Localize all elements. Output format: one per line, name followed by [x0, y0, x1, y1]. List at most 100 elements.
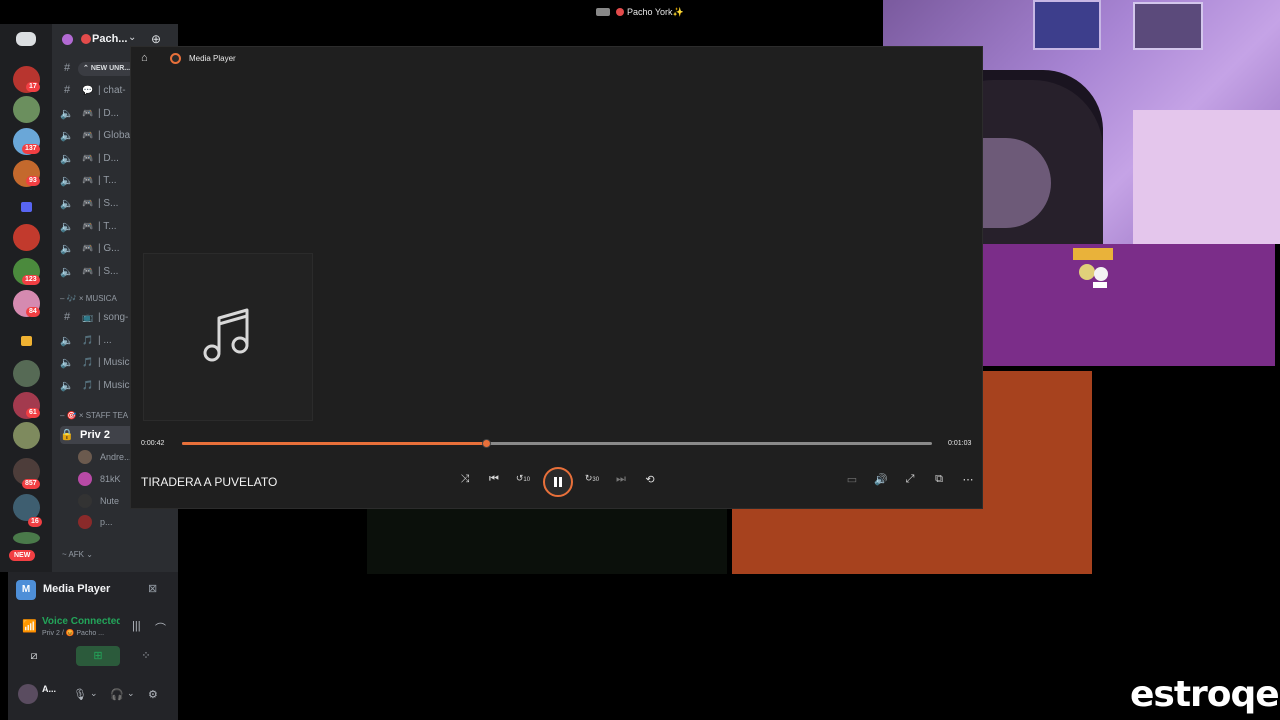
server-badge: 16	[28, 517, 42, 527]
speaker-icon: 🔈	[60, 357, 74, 370]
stream-tile[interactable]	[367, 509, 727, 574]
channel-label: | chat-	[98, 85, 126, 96]
server-icon[interactable]	[13, 96, 40, 123]
pause-button[interactable]	[543, 467, 573, 497]
channel-label: | D...	[98, 152, 119, 164]
window-title: Media Player	[189, 54, 236, 63]
speaker-icon: 🔈	[60, 379, 74, 392]
sticker-logo	[1073, 248, 1113, 288]
stream-title: Pacho York✨	[596, 7, 684, 18]
voice-channel-link[interactable]: Priv 2 / 😡 Pacho ...	[42, 629, 104, 637]
cast-icon[interactable]: ⧉	[929, 473, 949, 486]
speaker-icon: 🔈	[60, 243, 74, 256]
watermark: estroqes	[1130, 674, 1280, 715]
noise-suppression-icon[interactable]: |||	[132, 620, 141, 632]
discord-home-icon[interactable]	[16, 32, 36, 46]
repeat-off-icon[interactable]: ⟲	[640, 473, 660, 486]
avatar	[78, 450, 92, 464]
channel-label: | Music	[98, 379, 130, 391]
user-name[interactable]: A...	[42, 684, 56, 694]
hash-icon: #	[63, 311, 71, 323]
pause-icon	[554, 477, 562, 487]
headphones-icon[interactable]: 🎧	[110, 688, 124, 701]
member-name: p...	[100, 517, 113, 527]
server-icon[interactable]	[13, 422, 40, 449]
folder-icon[interactable]	[21, 336, 32, 346]
disconnect-icon[interactable]: ⌒	[155, 620, 166, 636]
channel-emoji: 🎵	[82, 357, 94, 368]
server-badge: 123	[22, 275, 40, 285]
server-icon[interactable]	[13, 360, 40, 387]
speaker-icon: 🔈	[60, 130, 74, 143]
lock-speaker-icon: 🔒	[60, 429, 74, 441]
category-label: AFK	[68, 550, 85, 559]
channel-emoji: 🎮	[82, 152, 94, 163]
next-icon[interactable]: ⏭	[611, 473, 631, 486]
channel-label: | T...	[98, 175, 117, 187]
flag-icon	[81, 34, 91, 44]
new-pill[interactable]: NEW	[9, 550, 36, 561]
category-musica[interactable]: – 🎶 × MUSICA	[60, 294, 117, 303]
channel-label: | T...	[98, 220, 117, 232]
shuffle-icon[interactable]: ⤨	[455, 473, 475, 486]
channel-emoji: 🎮	[82, 107, 94, 118]
category-label: × MUSICA	[78, 294, 117, 303]
channel-emoji: 🎵	[82, 379, 94, 390]
forward-30-icon[interactable]: ↻30	[582, 473, 602, 484]
bed	[1133, 110, 1280, 244]
member-name: 81kK	[100, 474, 121, 484]
activity-row[interactable]: M Media Player ⊠	[8, 572, 178, 606]
miniplayer-icon[interactable]: ▭	[842, 473, 862, 486]
flag-icon	[616, 8, 624, 16]
activities-button[interactable]: ⁘	[136, 646, 156, 666]
user-panel: M Media Player ⊠ 📶 Voice Connected Priv …	[8, 572, 178, 720]
avatar	[78, 494, 92, 508]
category-afk[interactable]: ~ AFK ⌄	[62, 550, 93, 559]
voice-member[interactable]: p...	[78, 513, 178, 531]
camera-off-button[interactable]: ⧄	[24, 646, 44, 666]
channel-emoji: 🎮	[82, 243, 94, 254]
channel-emoji: 🎮	[82, 130, 94, 141]
channel-label: | Globa	[98, 130, 131, 142]
chevron-down-icon[interactable]: ⌄	[90, 688, 98, 699]
server-icon[interactable]	[13, 532, 40, 544]
activity-title: Media Player	[43, 583, 111, 595]
speaker-icon: 🔈	[60, 198, 74, 210]
screen-share-button[interactable]: ⊞	[76, 646, 120, 666]
avatar	[78, 515, 92, 529]
channel-emoji: 🎵	[82, 334, 94, 345]
category-label: × STAFF TEA	[78, 411, 129, 420]
server-rail: 17 137 93 123 84 61 857 16 NEW	[0, 24, 52, 572]
music-note-icon	[203, 308, 249, 362]
fullscreen-icon[interactable]: ⤢	[900, 473, 920, 486]
add-member-icon[interactable]: ⊕	[151, 32, 161, 46]
member-name: Andre...	[100, 452, 132, 462]
channel-emoji: 🎮	[82, 220, 94, 231]
folder-icon[interactable]	[21, 202, 32, 212]
song-title: TIRADERA A PUVELATO	[141, 475, 278, 489]
stream-tile[interactable]	[983, 244, 1275, 366]
volume-icon[interactable]: 🔊	[871, 473, 891, 486]
previous-icon[interactable]: ⏮	[484, 473, 504, 486]
voice-status[interactable]: Voice Connected	[42, 616, 120, 627]
avatar[interactable]	[18, 684, 38, 704]
seek-bar[interactable]	[182, 439, 932, 448]
avatar	[78, 472, 92, 486]
microphone-icon[interactable]: 🎙	[73, 688, 87, 701]
seek-bar-thumb[interactable]	[481, 439, 491, 448]
boost-icon	[62, 34, 73, 45]
close-activity-icon[interactable]: ⊠	[148, 582, 157, 595]
rewind-10-icon[interactable]: ↺10	[513, 473, 533, 484]
server-icon[interactable]	[13, 224, 40, 251]
home-icon[interactable]: ⌂	[141, 52, 148, 64]
more-icon[interactable]: ⋯	[958, 473, 978, 486]
server-badge: 93	[26, 176, 40, 186]
hash-icon: #	[63, 62, 71, 74]
category-staff[interactable]: – 🎯 × STAFF TEA	[60, 411, 128, 420]
user-row: A... 🎙 ⌄ 🎧 ⌄ ⚙	[8, 680, 178, 712]
server-name: Pach...	[92, 33, 128, 45]
wall-poster	[1033, 0, 1101, 50]
chevron-down-icon[interactable]: ⌄	[127, 688, 135, 699]
new-unreads-pill[interactable]: ⌃ NEW UNR...	[78, 62, 136, 76]
settings-gear-icon[interactable]: ⚙	[148, 688, 158, 701]
